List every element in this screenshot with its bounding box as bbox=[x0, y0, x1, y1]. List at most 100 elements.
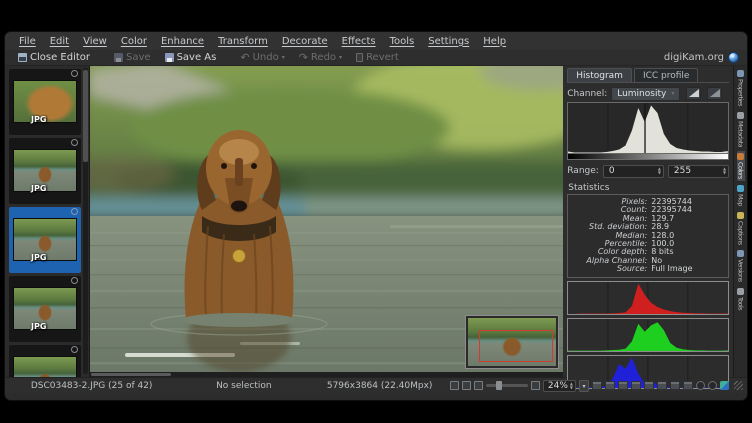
spin-down-icon[interactable]: ▼ bbox=[658, 171, 661, 175]
menu-effects[interactable]: Effects bbox=[336, 34, 382, 49]
sidebar-tab-map[interactable]: Map bbox=[737, 183, 745, 208]
sidebar-tab-label: Tools bbox=[737, 297, 745, 310]
thumbnail-3-selected[interactable]: JPG bbox=[9, 207, 81, 273]
sidebar-tab-versions[interactable]: Versions bbox=[737, 248, 745, 284]
statusbar-button-7[interactable] bbox=[670, 381, 680, 390]
close-editor-button[interactable]: Close Editor bbox=[13, 51, 95, 65]
zoom-slider[interactable] bbox=[486, 384, 528, 387]
channel-label: Channel: bbox=[567, 89, 607, 99]
select-all-icon[interactable] bbox=[450, 381, 459, 390]
statusbar-button-8[interactable] bbox=[683, 381, 693, 390]
sidebar-tab-captions[interactable]: Captions bbox=[737, 210, 745, 247]
menu-help[interactable]: Help bbox=[477, 34, 512, 49]
color-managed-view-icon[interactable] bbox=[720, 381, 729, 390]
undo-dropdown-icon[interactable]: ▾ bbox=[282, 54, 285, 61]
sidebar-tab-metadata[interactable]: Metadata bbox=[737, 110, 745, 149]
versions-icon bbox=[71, 277, 78, 284]
menu-transform[interactable]: Transform bbox=[212, 34, 274, 49]
green-channel-histogram bbox=[567, 318, 729, 352]
statusbar-button-6[interactable] bbox=[657, 381, 667, 390]
redo-dropdown-icon[interactable]: ▾ bbox=[339, 54, 342, 61]
channel-select[interactable]: Luminosity ▾ bbox=[611, 87, 680, 101]
menu-decorate[interactable]: Decorate bbox=[276, 34, 334, 49]
zoom-slider-thumb[interactable] bbox=[496, 381, 502, 390]
redo-button[interactable]: ↷ Redo ▾ bbox=[294, 51, 347, 65]
thumbnail-1[interactable]: JPG bbox=[9, 69, 81, 135]
luminosity-histogram[interactable] bbox=[567, 102, 729, 154]
menu-file[interactable]: File bbox=[13, 34, 42, 49]
linear-scale-button[interactable] bbox=[686, 87, 701, 100]
toolbar: Close Editor Save Save As ↶ Undo ▾ ↷ Red… bbox=[5, 50, 747, 66]
canvas-hscroll-thumb[interactable] bbox=[91, 373, 171, 376]
statusbar-button-4[interactable] bbox=[631, 381, 641, 390]
properties-icon bbox=[737, 70, 744, 77]
editor-canvas[interactable] bbox=[90, 66, 562, 377]
range-max-spinbox[interactable]: 255 ▲▼ bbox=[668, 165, 729, 178]
menu-view[interactable]: View bbox=[77, 34, 113, 49]
sidebar-tab-colors[interactable]: Colors bbox=[737, 151, 745, 181]
captions-icon bbox=[737, 212, 744, 219]
canvas-horizontal-scrollbar[interactable] bbox=[90, 372, 563, 377]
pan-navigator[interactable] bbox=[465, 315, 559, 369]
log-scale-icon bbox=[710, 89, 720, 97]
save-as-label: Save As bbox=[177, 52, 217, 63]
sidebar-tab-tools[interactable]: Tools bbox=[737, 286, 745, 312]
revert-label: Revert bbox=[366, 52, 399, 63]
under-exposure-icon[interactable] bbox=[696, 381, 705, 390]
window-resize-grip[interactable] bbox=[734, 381, 743, 390]
sidebar-tab-properties[interactable]: Properties bbox=[737, 68, 745, 108]
channel-value: Luminosity bbox=[617, 89, 666, 99]
thumbnail-2[interactable]: JPG bbox=[9, 138, 81, 204]
thumbnail-scrollbar-thumb[interactable] bbox=[83, 70, 88, 162]
sidebar-tab-label: Versions bbox=[737, 259, 745, 282]
format-badge: JPG bbox=[31, 115, 46, 124]
colors-panel-tabs: Histogram ICC profile bbox=[567, 68, 729, 83]
statusbar-button-1[interactable] bbox=[592, 381, 602, 390]
spin-down-icon[interactable]: ▼ bbox=[570, 386, 573, 390]
navigator-view-rect[interactable] bbox=[479, 330, 553, 363]
statistics-title: Statistics bbox=[568, 183, 729, 193]
fit-window-icon[interactable] bbox=[462, 381, 471, 390]
menu-enhance[interactable]: Enhance bbox=[155, 34, 210, 49]
log-scale-button[interactable] bbox=[707, 87, 722, 100]
close-editor-icon bbox=[18, 53, 27, 62]
sidebar-tab-label: Properties bbox=[737, 79, 745, 106]
thumbnail-bar: JPG JPG JPG JPG bbox=[5, 66, 90, 377]
revert-button[interactable]: Revert bbox=[351, 51, 404, 65]
globe-icon bbox=[728, 52, 739, 63]
metadata-icon bbox=[737, 112, 744, 119]
save-as-button[interactable]: Save As bbox=[160, 51, 222, 65]
zoom-preset-dropdown[interactable]: ▾ bbox=[579, 380, 589, 392]
save-as-icon bbox=[165, 53, 174, 62]
thumbnail-scrollbar[interactable] bbox=[83, 68, 88, 374]
menu-edit[interactable]: Edit bbox=[44, 34, 75, 49]
save-button[interactable]: Save bbox=[109, 51, 156, 65]
menu-tools[interactable]: Tools bbox=[384, 34, 421, 49]
statusbar-button-3[interactable] bbox=[618, 381, 628, 390]
thumbnail-4[interactable]: JPG bbox=[9, 276, 81, 342]
menu-settings[interactable]: Settings bbox=[422, 34, 475, 49]
zoom-expand-icon[interactable] bbox=[531, 381, 540, 390]
versions-icon bbox=[71, 208, 78, 215]
statusbar-filename: DSC03483-2.JPG (25 of 42) bbox=[5, 381, 178, 391]
statusbar-button-5[interactable] bbox=[644, 381, 654, 390]
statusbar: DSC03483-2.JPG (25 of 42) No selection 5… bbox=[5, 377, 747, 393]
stat-value: Full Image bbox=[651, 265, 692, 273]
undo-button[interactable]: ↶ Undo ▾ bbox=[235, 51, 289, 65]
range-min-spinbox[interactable]: 0 ▲▼ bbox=[603, 165, 664, 178]
format-badge: JPG bbox=[31, 322, 46, 331]
menu-color[interactable]: Color bbox=[115, 34, 153, 49]
redo-label: Redo bbox=[311, 52, 336, 63]
over-exposure-icon[interactable] bbox=[708, 381, 717, 390]
spin-down-icon[interactable]: ▼ bbox=[723, 171, 726, 175]
tab-icc-profile[interactable]: ICC profile bbox=[634, 68, 699, 82]
fit-selection-icon[interactable] bbox=[474, 381, 483, 390]
range-max-value: 255 bbox=[674, 166, 723, 176]
thumbnail-5[interactable] bbox=[9, 345, 81, 377]
tab-histogram[interactable]: Histogram bbox=[567, 68, 632, 82]
save-label: Save bbox=[126, 52, 151, 63]
tone-gradient-strip bbox=[567, 154, 729, 160]
zoom-percent-spinbox[interactable]: 24% ▲▼ bbox=[543, 380, 576, 392]
tools-icon bbox=[737, 288, 744, 295]
statusbar-button-2[interactable] bbox=[605, 381, 615, 390]
